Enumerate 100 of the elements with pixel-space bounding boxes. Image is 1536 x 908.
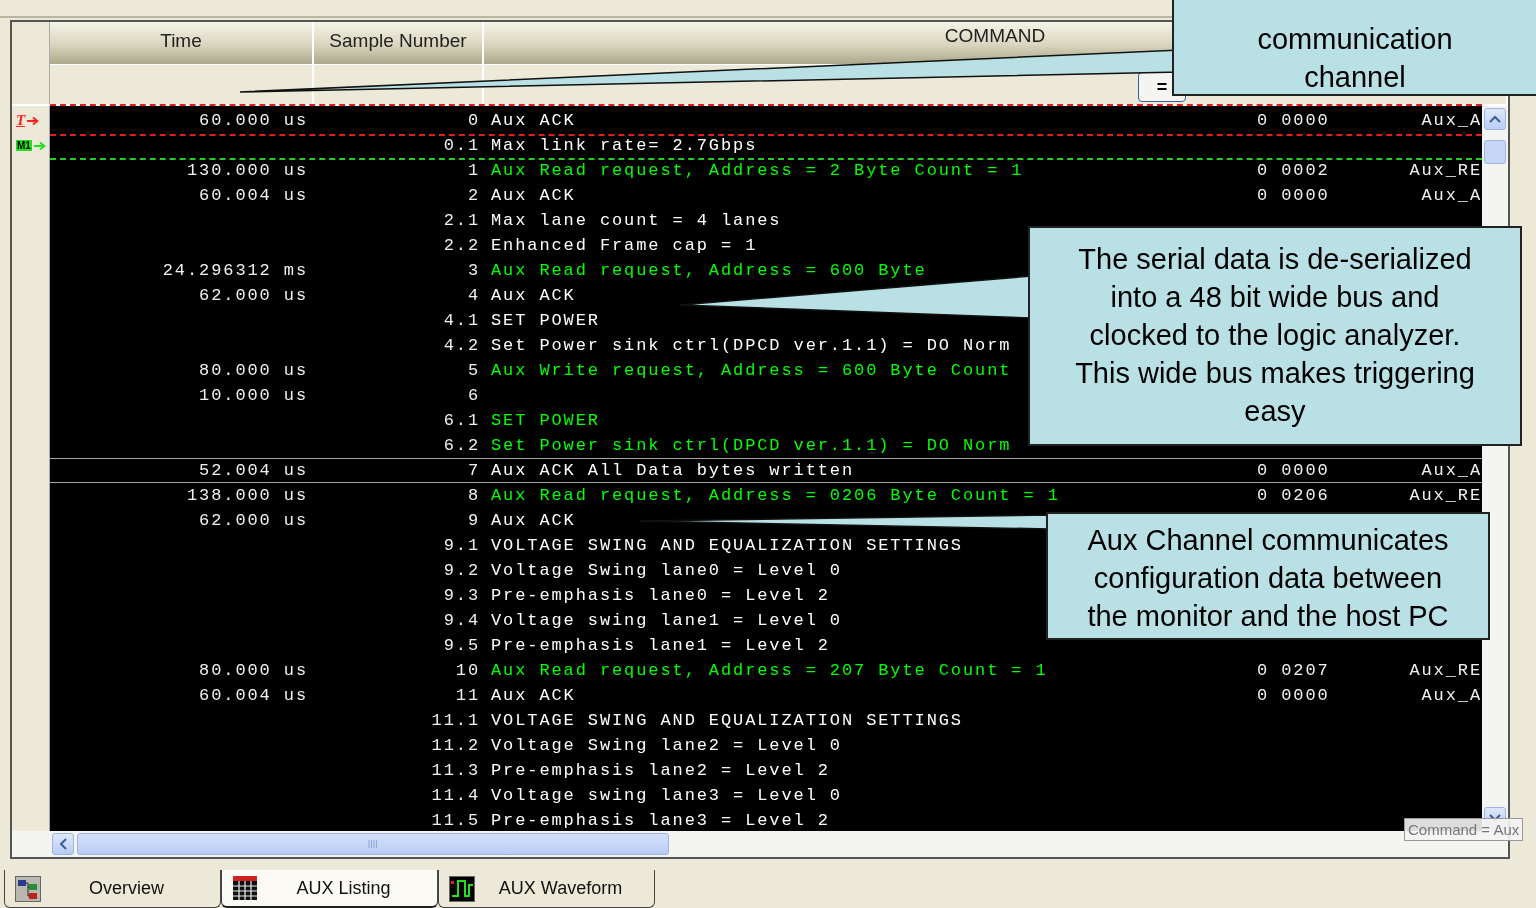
command-cell-text: Aux ACK [491,510,576,532]
command-cell-text: Voltage swing lane3 = Level 0 [491,785,842,807]
sample-number-cell-text: 11.2 [430,735,480,757]
command-cell-text: Set Power sink ctrl(DPCD ver.1.1) = DO Norm [491,335,1012,357]
command-cell-text: Max lane count = 4 lanes [491,210,782,232]
filter-field[interactable] [50,64,314,104]
data-cell-text: 0 0000 [1257,460,1331,482]
scroll-left-button[interactable] [52,833,74,855]
time-cell-text: 52.004 us [198,460,308,482]
command-cell-text: Aux Read request, Address = 600 Byte [491,260,927,282]
time-cell-text: 138.000 us [185,485,308,507]
sample-number-cell-text: 9 [466,510,480,532]
command-cell-text: Aux Read request, Address = 0206 Byte Count = 1 [491,485,1060,507]
command-cell-text: Voltage swing lane1 = Level 0 [491,610,842,632]
command-cell-text: Set Power sink ctrl(DPCD ver.1.1) = DO Norm [491,435,1012,457]
sample-number-cell-text: 6.1 [442,410,480,432]
scroll-thumb[interactable] [1484,140,1506,164]
command-cell-text: Voltage Swing lane0 = Level 0 [491,560,842,582]
listing-row[interactable]: 60.004 us 2 Aux ACK 0 0000 Aux_A [50,183,1482,208]
arrow-icon [33,140,46,151]
scroll-thumb[interactable] [77,833,669,855]
time-cell-text: 130.000 us [185,160,308,182]
command-cell-text: Aux Read request, Address = 2 Byte Count = 1 [491,160,1024,182]
command-cell-text: SET POWER [491,410,600,432]
listing-row[interactable]: 138.000 us 8 Aux Read request, Address = 0206 Byte Count = 1 0 0206 Aux_RE [50,483,1482,508]
sample-number-cell-text: 9.2 [442,560,480,582]
sample-number-cell-text: 2.2 [442,235,480,257]
command-cell-text: Aux ACK [491,685,576,707]
data-cell-text: 0 0000 [1257,185,1331,207]
sample-number-cell-text: 9.4 [442,610,480,632]
command-cell-text: VOLTAGE SWING AND EQUALIZATION SETTINGS [491,710,963,732]
type-cell-text: Aux_A [1420,185,1482,207]
time-cell-text: 80.000 us [198,360,308,382]
caret-left-icon [59,838,67,850]
marker-label[interactable]: M1 [16,140,32,151]
listing-row[interactable]: 60.000 us 0 Aux ACK 0 0000 Aux_A [50,108,1482,133]
sample-number-cell-text: 4.1 [442,310,480,332]
listing-row[interactable]: 52.004 us 7 Aux ACK All Data bytes written 0 0000 Aux_A [50,458,1482,483]
command-cell-text: Aux ACK [491,110,576,132]
sample-number-cell-text: 8 [466,485,480,507]
command-cell-text: Pre-emphasis lane3 = Level 2 [491,810,830,832]
listing-row[interactable]: 80.000 us 10 Aux Read request, Address = 207 Byte Count = 1 0 0207 Aux_RE [50,658,1482,683]
command-cell-text: Pre-emphasis lane2 = Level 2 [491,760,830,782]
sample-number-cell-text: 0 [466,110,480,132]
time-cell-text: 10.000 us [198,385,308,407]
sample-number-cell-text: 2.1 [442,210,480,232]
sample-number-cell-text: 11.5 [430,810,480,832]
command-cell-text: Enhanced Frame cap = 1 [491,235,758,257]
data-cell-text: 0 0000 [1257,110,1331,132]
sheet-tab[interactable]: AUX Listing [221,870,438,908]
table-icon [232,875,258,901]
tooltip: Command = Aux [1404,818,1524,841]
command-cell-text: Aux ACK All Data bytes written [491,460,855,482]
time-cell-text: 62.000 us [198,285,308,307]
callout-tooltip: The serial data is de-serialized into a 48 bit wide bus and clocked to the logic analyzer. This wide bus makes triggering easy [1028,226,1522,446]
type-cell-text: Aux_RE [1408,485,1482,507]
sample-number-cell-text: 6.2 [442,435,480,457]
listing-row[interactable]: 11.2 Voltage Swing lane2 = Level 0 [50,733,1482,758]
sample-number-cell-text: 9.3 [442,585,480,607]
time-cell-text: 24.296312 ms [161,260,308,282]
listing-row[interactable]: 11.1 VOLTAGE SWING AND EQUALIZATION SETTINGS [50,708,1482,733]
type-cell-text: Aux_A [1420,460,1482,482]
command-cell-text: Pre-emphasis lane1 = Level 2 [491,635,830,657]
sample-number-cell-text: 11.4 [430,785,480,807]
command-cell-text: Voltage Swing lane2 = Level 0 [491,735,842,757]
sample-number-cell-text: 11.1 [430,710,480,732]
command-cell-text: Pre-emphasis lane0 = Level 2 [491,585,830,607]
sample-number-cell-text: 11.3 [430,760,480,782]
time-cell-text: 60.004 us [198,685,308,707]
data-cell-text: 0 0000 [1257,685,1331,707]
data-cell-text: 0 0207 [1257,660,1331,682]
listing-row[interactable]: 60.004 us 11 Aux ACK 0 0000 Aux_A [50,683,1482,708]
scroll-up-button[interactable] [1484,108,1506,130]
sample-number-cell-text: 7 [466,460,480,482]
sample-number-cell-text: 4 [466,285,480,307]
type-cell-text: Aux_RE [1408,160,1482,182]
command-cell-text: Max link rate= 2.7Gbps [491,135,758,157]
sheet-tab[interactable]: AUX Waveform [438,870,655,908]
sample-number-cell-text: 1 [466,160,480,182]
sample-number-cell-text: 4.2 [442,335,480,357]
command-cell-text: Aux ACK [491,285,576,307]
type-cell-text: Aux_A [1420,110,1482,132]
command-cell-text: Aux Read request, Address = 207 Byte Count = 1 [491,660,1048,682]
listing-row[interactable]: 130.000 us 1 Aux Read request, Address = 2 Byte Count = 1 0 0002 Aux_RE [50,158,1482,183]
data-cell-text: 0 0002 [1257,160,1331,182]
sheet-tab[interactable]: Overview [4,870,221,908]
listing-row[interactable]: 11.4 Voltage swing lane3 = Level 0 [50,783,1482,808]
sample-number-cell-text: 5 [466,360,480,382]
sample-number-cell-text: 0.1 [442,135,480,157]
command-cell-text: VOLTAGE SWING AND EQUALIZATION SETTINGS [491,535,963,557]
listing-row[interactable]: 0.1 Max link rate= 2.7Gbps [50,133,1482,158]
time-cell-text: 60.004 us [198,185,308,207]
sample-number-cell-text: 6 [466,385,480,407]
command-cell-text: SET POWER [491,310,600,332]
time-cell-text: 62.000 us [198,510,308,532]
data-cell-text: 0 0206 [1257,485,1331,507]
type-cell-text: Aux_A [1420,685,1482,707]
listing-row[interactable]: 11.3 Pre-emphasis lane2 = Level 2 [50,758,1482,783]
column-header[interactable]: Sample Number [314,22,484,64]
column-header[interactable]: Time [50,22,314,64]
